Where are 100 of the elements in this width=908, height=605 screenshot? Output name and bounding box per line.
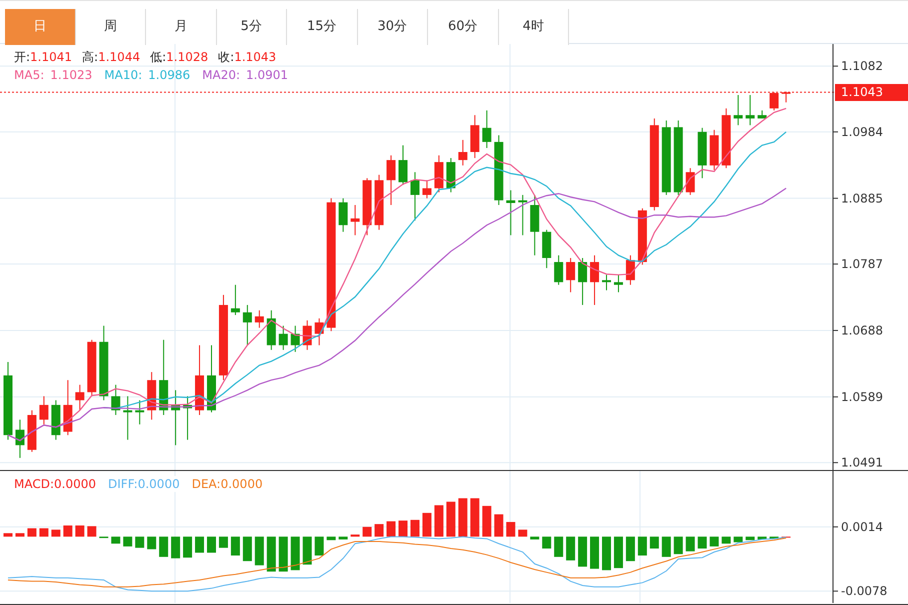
macd-histogram-bar [362, 526, 372, 537]
candlestick [171, 390, 180, 446]
macd-histogram-bar [147, 536, 156, 550]
candlestick [230, 284, 240, 316]
macd-histogram-bar [63, 525, 72, 537]
candlestick [458, 139, 468, 166]
ohlc-label: 开: [14, 49, 30, 65]
timeframe-tab[interactable]: 5分 [216, 9, 287, 45]
macd-histogram-bar [242, 536, 252, 562]
macd-histogram-bar [506, 522, 516, 537]
macd-histogram-bar [302, 536, 312, 565]
macd-histogram-bar [350, 534, 360, 537]
candlestick [686, 168, 695, 196]
candlestick [614, 274, 623, 293]
candlestick [590, 254, 600, 306]
candlestick [362, 178, 372, 236]
macd-histogram-bar [326, 536, 336, 540]
macd-histogram-bar [470, 498, 480, 537]
candlestick [398, 144, 408, 186]
candlestick [434, 154, 444, 193]
moving-average-label: MA20: [202, 67, 240, 83]
macd-histogram-bar [195, 536, 204, 553]
timeframe-tab[interactable]: 60分 [428, 9, 498, 45]
macd-histogram-bar [626, 536, 635, 562]
macd-axis-label: 0.0014 [841, 520, 883, 534]
candlestick [314, 318, 324, 346]
candlestick [242, 304, 252, 346]
candlestick [410, 172, 420, 221]
macd-histogram-bar [530, 536, 540, 540]
macd-legend-label: MACD: [14, 476, 54, 492]
macd-histogram-bar [602, 536, 611, 570]
macd-histogram-bar [734, 536, 743, 542]
candlestick [302, 320, 312, 350]
candlestick [147, 372, 156, 420]
candlestick [350, 204, 360, 236]
timeframe-tab[interactable]: 30分 [358, 9, 428, 45]
candlestick [494, 134, 504, 206]
timeframe-tab[interactable]: 4时 [498, 9, 569, 45]
macd-legend-value: 0.0000 [220, 476, 263, 492]
macd-histogram-bar [135, 536, 144, 548]
candlestick [135, 400, 144, 425]
macd-histogram-bar [566, 536, 576, 560]
moving-average-label: MA5: [14, 67, 44, 83]
macd-histogram-bar [422, 512, 432, 537]
macd-histogram-bar [171, 536, 180, 558]
macd-histogram-bar [746, 536, 755, 540]
macd-histogram-bar [374, 524, 384, 537]
macd-histogram-bar [266, 536, 276, 572]
macd-legend-value: 0.0000 [138, 476, 180, 492]
macd-histogram-bar [218, 536, 228, 548]
macd-legend-label: DEA: [192, 476, 221, 492]
macd-histogram-bar [398, 520, 408, 537]
candlestick [51, 400, 60, 440]
candlestick [566, 258, 576, 293]
price-axis-label: 1.0885 [841, 191, 883, 206]
candlestick [207, 344, 216, 413]
timeframe-tab[interactable]: 15分 [287, 9, 358, 45]
candlestick [602, 274, 611, 291]
candlestick [63, 380, 72, 436]
moving-average-value: 1.0986 [148, 67, 190, 83]
candlestick [770, 92, 779, 111]
candlestick [470, 114, 480, 159]
macd-histogram-bar [278, 536, 288, 572]
price-axis-label: 1.0491 [841, 456, 883, 470]
macd-histogram-bar [542, 536, 552, 549]
macd-histogram-bar [662, 536, 671, 557]
ohlc-value: 1.1044 [98, 49, 140, 65]
price-axis-label: 1.0688 [841, 323, 883, 338]
moving-average-value: 1.0901 [246, 67, 288, 83]
macd-histogram-bar [410, 520, 420, 537]
macd-histogram-bar [51, 530, 60, 537]
candlestick [338, 198, 348, 232]
macd-histogram-bar [482, 506, 492, 537]
candlestick [554, 254, 564, 286]
candlestick [542, 229, 552, 269]
macd-histogram-bar [770, 536, 779, 539]
macd-histogram-bar [123, 536, 132, 546]
timeframe-tab[interactable]: 月 [146, 9, 216, 45]
ohlc-value: 1.1028 [166, 49, 208, 65]
macd-histogram-bar [314, 536, 324, 556]
candlestick [530, 194, 540, 256]
candlestick [195, 344, 204, 416]
moving-average-label: MA10: [104, 67, 142, 83]
timeframe-tab[interactable]: 周 [76, 9, 146, 45]
macd-histogram-bar [578, 536, 588, 567]
macd-legend-value: 0.0000 [54, 476, 96, 492]
macd-histogram-bar [254, 536, 264, 566]
macd-histogram-bar [75, 525, 84, 537]
candlestick [506, 190, 516, 236]
macd-histogram-bar [446, 502, 456, 537]
candlestick [123, 396, 132, 440]
macd-histogram-bar [650, 536, 659, 549]
macd-histogram-bar [39, 528, 48, 537]
candlestick [446, 158, 456, 193]
price-axis-label: 1.1082 [841, 59, 883, 74]
candlestick [266, 310, 276, 350]
current-price-tag: 1.1043 [835, 84, 908, 101]
macd-histogram-bar [338, 536, 348, 540]
candlestick [758, 110, 767, 119]
macd-histogram-bar [15, 533, 24, 537]
